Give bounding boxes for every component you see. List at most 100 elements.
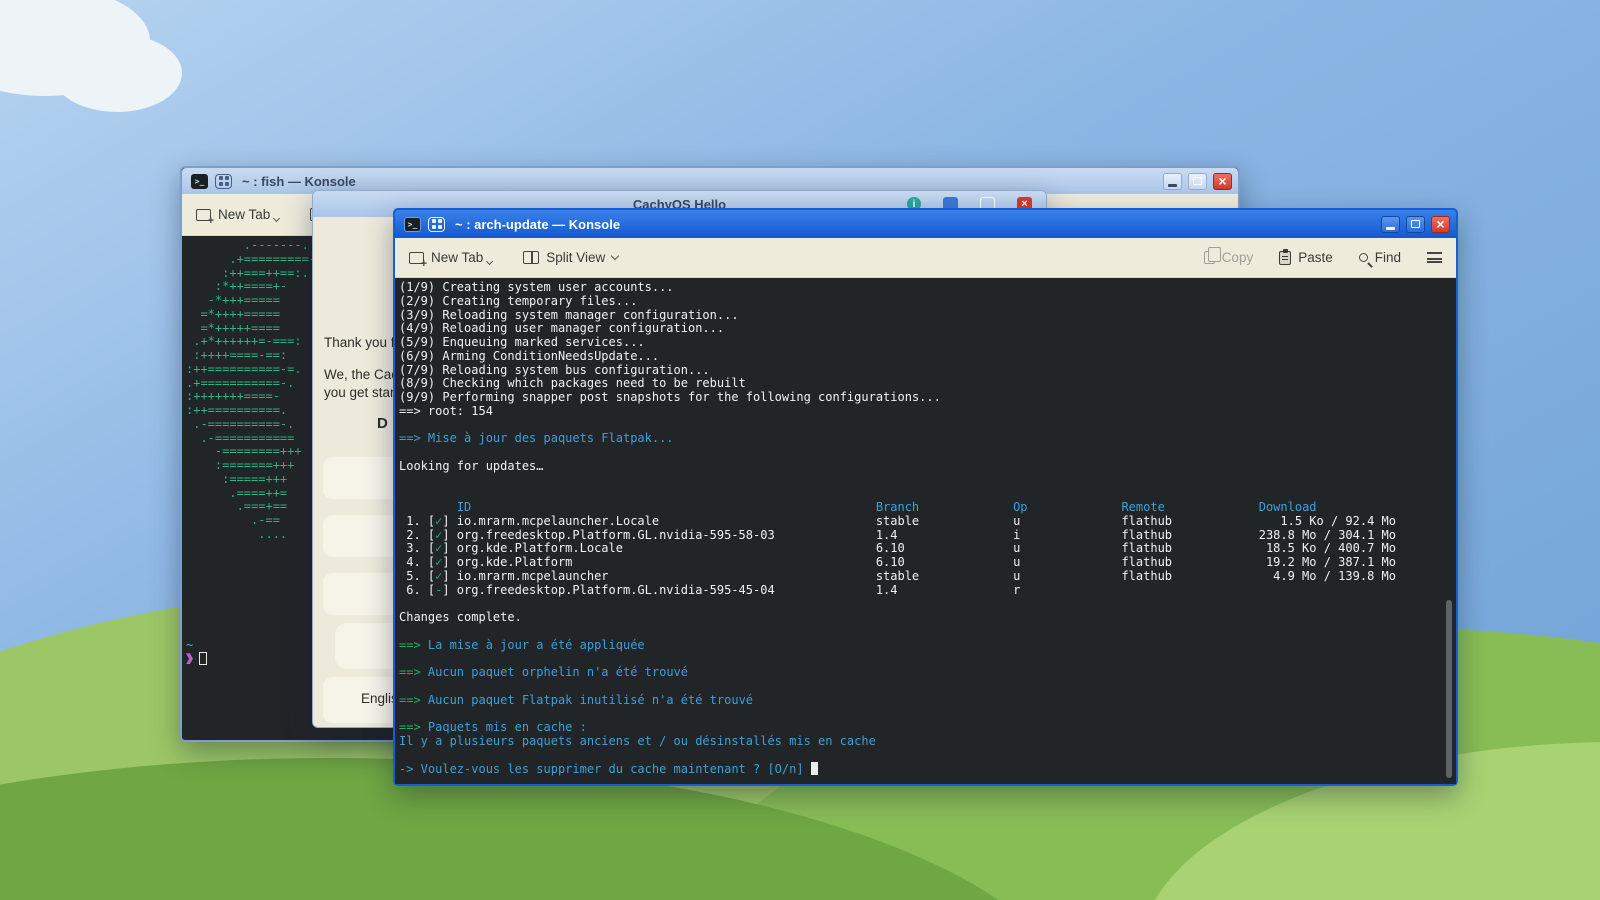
terminal-text: :*++====+-: [186, 279, 287, 293]
new-tab-icon: [196, 209, 211, 221]
terminal-line: (8/9) Checking which packages need to be…: [399, 377, 1452, 391]
terminal-text: .====++=: [186, 486, 287, 500]
flatpak-table-row: 6. [-]org.freedesktop.Platform.GL.nvidia…: [399, 584, 1452, 598]
terminal-line: [399, 446, 1452, 460]
terminal-text: .+*++++++=-===:: [186, 334, 302, 348]
prompt-arrow-icon: [186, 653, 193, 664]
maximize-button[interactable]: [1406, 216, 1425, 233]
flatpak-table-row: 5. [✓]io.mrarm.mcpelauncherstableuflathu…: [399, 570, 1452, 584]
window-menu-grid-icon[interactable]: [428, 217, 445, 232]
terminal-text: (6/9) Arming ConditionNeedsUpdate...: [399, 349, 659, 363]
bracket: ]: [442, 556, 449, 570]
bracket: ]: [442, 529, 449, 543]
terminal-text: Aucun paquet orphelin n'a été trouvé: [428, 665, 688, 679]
checkmark: -: [435, 584, 442, 598]
terminal-text: ==> Mise à jour des paquets Flatpak...: [399, 431, 674, 445]
terminal-text: Il y a plusieurs paquets anciens et / ou…: [399, 734, 876, 748]
paste-button[interactable]: Paste: [1279, 250, 1333, 265]
bracket: ]: [442, 542, 449, 556]
terminal-text: .-==: [186, 513, 280, 527]
minimize-button[interactable]: [1163, 173, 1182, 190]
terminal-text: .+===========-.: [186, 376, 294, 390]
terminal-line: [399, 625, 1452, 639]
split-view-button[interactable]: Split View: [523, 250, 618, 265]
menu-button[interactable]: [1427, 252, 1442, 263]
branch: 1.4: [876, 529, 898, 543]
terminal-text: (3/9) Reloading system manager configura…: [399, 308, 739, 322]
flatpak-table-row: 4. [✓]org.kde.Platform6.10uflathub19.2 M…: [399, 556, 1452, 570]
download-size: 238.8 Mo / 304.1 Mo: [1259, 529, 1396, 543]
terminal-line: ==> Aucun paquet orphelin n'a été trouvé: [399, 666, 1452, 680]
flatpak-table-row: 2. [✓]org.freedesktop.Platform.GL.nvidia…: [399, 529, 1452, 543]
terminal-scrollbar[interactable]: [1446, 600, 1452, 778]
bracket: ]: [442, 570, 449, 584]
split-view-icon: [523, 251, 539, 264]
terminal-text: ....: [186, 527, 287, 541]
column-header: Download: [1259, 501, 1317, 515]
branch: 6.10: [876, 556, 905, 570]
operation: u: [1013, 570, 1020, 584]
terminal-line: ==> root: 154: [399, 405, 1452, 419]
new-tab-button[interactable]: New Tab: [196, 207, 282, 222]
copy-button[interactable]: Copy: [1204, 250, 1254, 265]
new-tab-label: New Tab: [218, 207, 270, 222]
terminal-text: :++===++==:.: [186, 266, 309, 280]
terminal-text: La mise à jour a été appliquée: [428, 638, 645, 652]
bracket: ]: [442, 515, 449, 529]
terminal-line: -> Voulez-vous les supprimer du cache ma…: [399, 762, 1452, 776]
terminal-text: :++==========-=.: [186, 362, 302, 376]
find-button[interactable]: Find: [1359, 250, 1401, 265]
maximize-button[interactable]: [1188, 173, 1207, 190]
checkmark: ✓: [435, 529, 442, 543]
terminal-line: [399, 749, 1452, 763]
window-menu-grid-icon[interactable]: [215, 174, 232, 189]
copy-label: Copy: [1222, 250, 1254, 265]
chevron-down-icon: [273, 215, 280, 222]
flatpak-table-row: 3. [✓]org.kde.Platform.Locale6.10uflathu…: [399, 542, 1452, 556]
row-number: 6. [: [399, 584, 435, 598]
terminal-line: [399, 707, 1452, 721]
download-size: 4.9 Mo / 139.8 Mo: [1259, 570, 1396, 584]
prompt-path: ~: [186, 638, 193, 652]
terminal-text: ==>: [399, 720, 428, 734]
hello-section-heading: D: [377, 415, 388, 432]
terminal-text: ==>: [399, 693, 428, 707]
window-konsole-arch-update: >_ ~ : arch-update — Konsole × New Tab S…: [393, 208, 1458, 786]
flatpak-table-header: IDBranchOpRemoteDownload: [399, 501, 1452, 515]
find-icon: [1359, 253, 1368, 262]
toolbar-arch-update: New Tab Split View Copy Paste: [395, 238, 1456, 278]
column-header: Branch: [876, 501, 919, 515]
operation: u: [1013, 515, 1020, 529]
terminal-line: Changes complete.: [399, 611, 1452, 625]
branch: stable: [876, 570, 919, 584]
column-header: ID: [457, 501, 471, 515]
new-tab-icon: [409, 252, 424, 264]
new-tab-button[interactable]: New Tab: [409, 250, 495, 265]
find-label: Find: [1375, 250, 1401, 265]
operation: i: [1013, 529, 1020, 543]
close-button[interactable]: ×: [1431, 216, 1450, 233]
terminal-arch-update[interactable]: (1/9) Creating system user accounts...(2…: [395, 278, 1456, 784]
terminal-cursor: [199, 652, 207, 665]
terminal-line: ==> La mise à jour a été appliquée: [399, 639, 1452, 653]
terminal-line: ==> Paquets mis en cache :: [399, 721, 1452, 735]
terminal-line: [399, 597, 1452, 611]
remote: flathub: [1121, 529, 1172, 543]
terminal-text: Paquets mis en cache :: [428, 720, 587, 734]
row-number: 1. [: [399, 515, 435, 529]
terminal-text: .===+==: [186, 499, 287, 513]
minimize-button[interactable]: [1381, 216, 1400, 233]
terminal-text: (1/9) Creating system user accounts...: [399, 280, 674, 294]
terminal-text: .-==========-.: [186, 417, 294, 431]
chevron-down-icon: [611, 251, 619, 259]
branch: 6.10: [876, 542, 905, 556]
terminal-text: (2/9) Creating temporary files...: [399, 294, 637, 308]
terminal-line: [399, 487, 1452, 501]
titlebar-arch-update[interactable]: >_ ~ : arch-update — Konsole ×: [395, 210, 1456, 238]
terminal-text: ==>: [399, 665, 428, 679]
package-id: org.kde.Platform: [457, 556, 573, 570]
konsole-icon: >_: [191, 174, 208, 189]
terminal-line: Looking for updates…: [399, 460, 1452, 474]
hello-thanks-text: Thank you fo: [324, 335, 402, 350]
close-button[interactable]: ×: [1213, 173, 1232, 190]
